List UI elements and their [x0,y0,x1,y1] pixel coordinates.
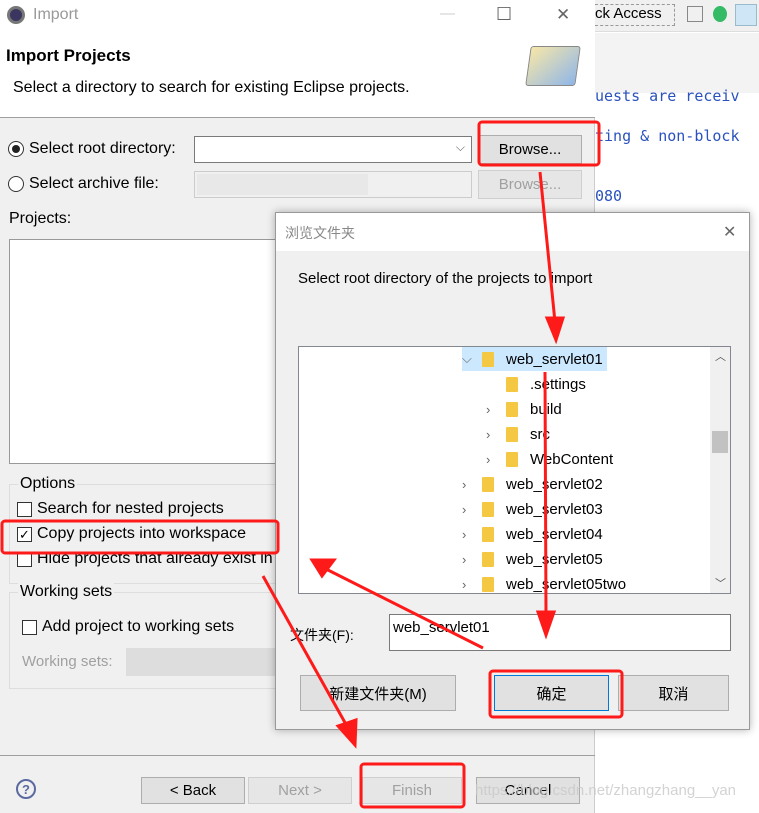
annotation-overlay [0,120,624,809]
annotation-arrow [538,171,557,323]
annotation-box-ok [488,669,624,719]
annotation-box-finish [359,762,466,809]
annotation-box-browse [477,120,601,167]
annotation-box-copy [0,519,280,555]
annotation-arrow [319,564,484,650]
annotation-arrow [261,575,350,729]
annotation-arrow [543,371,548,616]
